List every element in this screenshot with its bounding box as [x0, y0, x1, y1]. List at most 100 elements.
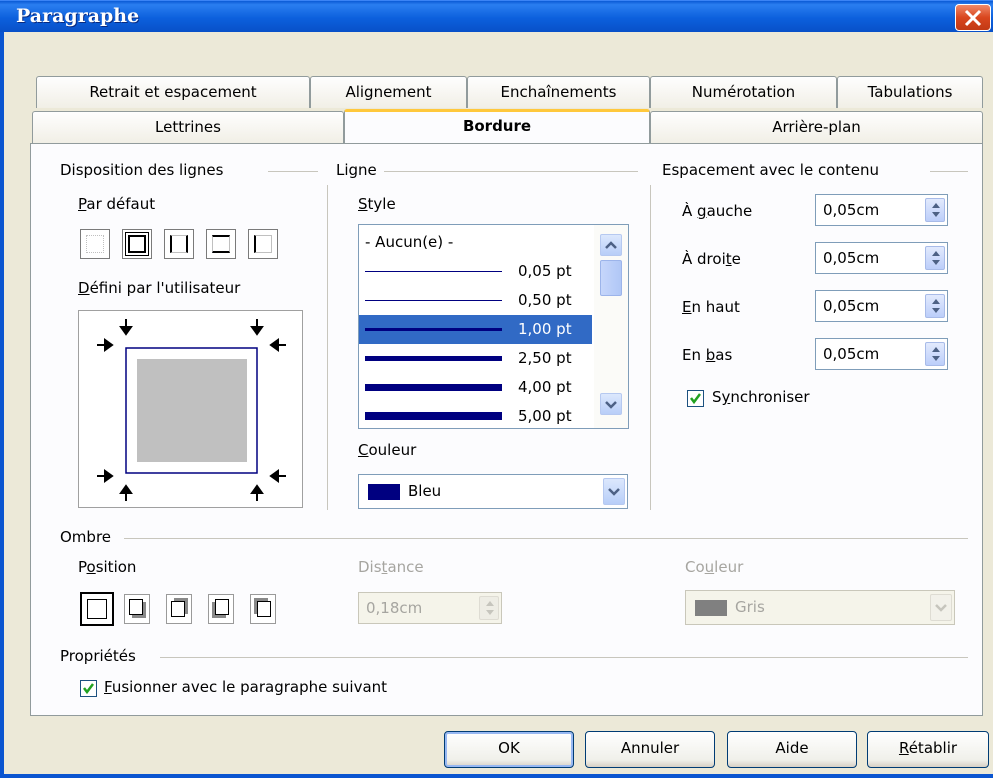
line-sample: [365, 384, 502, 391]
list-item[interactable]: - Aucun(e) -: [359, 228, 592, 257]
tab-bordure[interactable]: Bordure: [344, 109, 650, 143]
section-title-line-arrangement: Disposition des lignes: [60, 161, 224, 179]
separator: [384, 171, 638, 172]
spacing-top-field[interactable]: 0,05cm: [815, 290, 948, 322]
spin-arrows-icon: [932, 251, 940, 265]
user-defined-border-preview[interactable]: [78, 310, 303, 508]
close-icon: [964, 9, 982, 27]
list-item-label: 1,00 pt: [518, 320, 572, 338]
chevron-down-icon: [608, 488, 620, 496]
shadow-preview: [257, 601, 271, 617]
list-item-label: 5,00 pt: [518, 407, 572, 425]
tab-arriere-plan[interactable]: Arrière-plan: [650, 111, 983, 143]
shadow-preview: [171, 601, 185, 617]
tab-alignement[interactable]: Alignement: [310, 76, 467, 108]
preset-none[interactable]: [80, 229, 110, 259]
preset-left[interactable]: [248, 229, 278, 259]
spin-arrows-icon: [932, 347, 940, 361]
separator: [160, 657, 968, 658]
shadow-color-label: Couleur: [685, 558, 744, 576]
list-item[interactable]: 0,50 pt: [359, 286, 592, 315]
window-frame-bottom: [0, 774, 993, 778]
list-item-selected[interactable]: 1,00 pt: [359, 315, 592, 344]
synchronize-checkbox[interactable]: [687, 390, 704, 407]
shadow-bottom-left-option[interactable]: [208, 594, 234, 624]
list-item[interactable]: 2,50 pt: [359, 344, 592, 373]
window-title: Paragraphe: [16, 5, 140, 27]
spin-arrows-icon: [932, 203, 940, 217]
spin-arrows-icon: [932, 299, 940, 313]
line-color-label: Couleur: [358, 441, 417, 459]
spacing-left-field[interactable]: 0,05cm: [815, 194, 948, 226]
spin-button[interactable]: [925, 198, 945, 222]
preset-left-right[interactable]: [164, 229, 194, 259]
line-sample: [365, 356, 502, 361]
line-sample: [365, 412, 502, 420]
color-swatch: [695, 600, 727, 616]
section-title-properties: Propriétés: [60, 647, 136, 665]
line-sample: [365, 300, 502, 301]
line-sample: [365, 328, 502, 331]
line-color-value: Bleu: [408, 482, 442, 500]
spin-button[interactable]: [925, 246, 945, 270]
section-title-shadow: Ombre: [60, 528, 112, 546]
checkmark-icon: [83, 683, 94, 695]
spacing-top-label: En haut: [682, 298, 740, 316]
tab-retrait-espacement[interactable]: Retrait et espacement: [36, 76, 310, 108]
preset-box[interactable]: [122, 229, 152, 259]
list-item[interactable]: 5,00 pt: [359, 402, 592, 428]
shadow-bottom-right-option[interactable]: [124, 594, 150, 624]
tab-lettrines[interactable]: Lettrines: [32, 111, 344, 143]
scroll-up-button[interactable]: [600, 234, 622, 256]
spin-button[interactable]: [925, 294, 945, 318]
line-sample: [365, 271, 502, 272]
spin-button[interactable]: [479, 596, 499, 620]
merge-checkbox[interactable]: [80, 680, 97, 697]
close-button[interactable]: [955, 4, 991, 31]
dropdown-button[interactable]: [603, 478, 625, 505]
tab-numerotation[interactable]: Numérotation: [650, 76, 837, 108]
scroll-thumb[interactable]: [600, 260, 622, 296]
chevron-down-icon: [935, 604, 947, 612]
list-item-label: 2,50 pt: [518, 349, 572, 367]
line-style-listbox[interactable]: - Aucun(e) - 0,05 pt 0,50 pt 1,00 pt 2,5…: [358, 224, 629, 429]
cancel-button[interactable]: Annuler: [585, 731, 715, 768]
spacing-right-label: À droite: [682, 250, 741, 268]
spin-button[interactable]: [925, 342, 945, 366]
merge-label: Fusionner avec le paragraphe suivant: [104, 678, 388, 696]
list-item-label: 0,05 pt: [518, 262, 572, 280]
preset-top-bottom[interactable]: [206, 229, 236, 259]
shadow-none-option[interactable]: [80, 592, 114, 626]
list-item-label: 0,50 pt: [518, 291, 572, 309]
title-bar[interactable]: [0, 0, 993, 32]
shadow-top-right-option[interactable]: [166, 594, 192, 624]
line-color-dropdown[interactable]: Bleu: [358, 474, 628, 509]
separator: [930, 171, 968, 172]
spacing-right-field[interactable]: 0,05cm: [815, 242, 948, 274]
window-frame-left: [0, 32, 4, 778]
chevron-up-icon: [605, 241, 617, 249]
scroll-down-button[interactable]: [600, 393, 622, 415]
list-item[interactable]: 4,00 pt: [359, 373, 592, 402]
tab-enchainements[interactable]: Enchaînements: [467, 76, 650, 108]
spacing-bottom-field[interactable]: 0,05cm: [815, 338, 948, 370]
section-title-spacing: Espacement avec le contenu: [662, 161, 880, 179]
section-title-line: Ligne: [336, 161, 377, 179]
shadow-preview: [87, 599, 107, 619]
dropdown-button[interactable]: [930, 594, 952, 621]
list-item[interactable]: 0,05 pt: [359, 257, 592, 286]
help-button[interactable]: Aide: [727, 731, 857, 768]
shadow-color-dropdown[interactable]: Gris: [685, 590, 955, 625]
ok-button[interactable]: OK: [444, 731, 574, 768]
default-label: Par défaut: [78, 195, 156, 213]
user-defined-label: Défini par l'utilisateur: [78, 279, 241, 297]
divider: [650, 185, 651, 510]
shadow-distance-field[interactable]: 0,18cm: [358, 592, 502, 624]
separator: [124, 538, 968, 539]
shadow-position-label: Position: [78, 558, 137, 576]
tab-tabulations[interactable]: Tabulations: [837, 76, 983, 108]
reset-button[interactable]: Rétablir: [867, 731, 989, 768]
divider: [327, 185, 328, 510]
spin-arrows-icon: [486, 601, 494, 615]
shadow-top-left-option[interactable]: [250, 594, 276, 624]
